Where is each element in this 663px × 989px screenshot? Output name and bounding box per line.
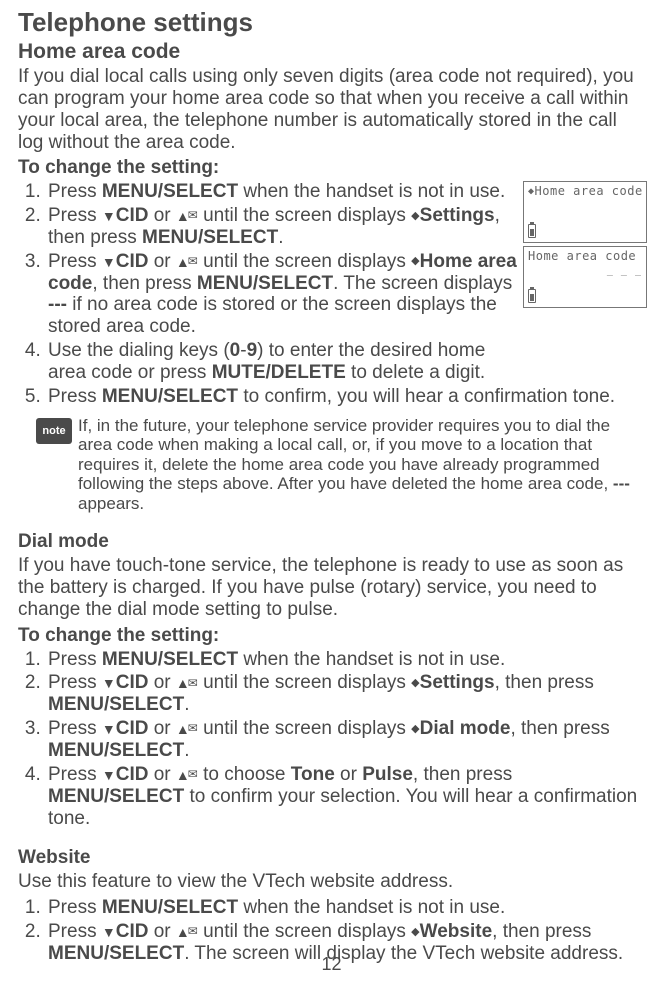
note-box: note If, in the future, your telephone s… <box>36 416 647 514</box>
envelope-icon: ✉ <box>188 677 198 691</box>
battery-icon <box>528 289 536 303</box>
heading-dial-mode: Dial mode <box>18 531 647 553</box>
envelope-icon: ✉ <box>188 209 198 223</box>
diamond-icon: ◆ <box>411 210 419 223</box>
envelope-icon: ✉ <box>188 722 198 736</box>
page-number: 12 <box>0 954 663 975</box>
step-4: Press ▼CID or ▲✉ to choose Tone or Pulse… <box>46 764 647 830</box>
lcd-screen-1: ◆Home area code <box>523 181 647 243</box>
down-arrow-icon: ▼ <box>102 208 116 224</box>
envelope-icon: ✉ <box>188 255 198 269</box>
down-arrow-icon: ▼ <box>102 924 116 940</box>
down-arrow-icon: ▼ <box>102 675 116 691</box>
envelope-icon: ✉ <box>188 925 198 939</box>
intro-home-area: If you dial local calls using only seven… <box>18 66 647 153</box>
down-arrow-icon: ▼ <box>102 767 116 783</box>
battery-icon <box>528 224 536 238</box>
diamond-icon: ◆ <box>411 926 419 939</box>
note-badge: note <box>36 418 72 445</box>
step-1: Press MENU/SELECT when the handset is no… <box>46 649 647 671</box>
lcd-screen-2: Home area code _ _ _ <box>523 246 647 308</box>
note-text: If, in the future, your telephone servic… <box>78 416 647 514</box>
lcd-screens: ◆Home area code Home area code _ _ _ <box>523 181 647 311</box>
step-4: Use the dialing keys (0-9) to enter the … <box>46 340 647 384</box>
lcd-text: Home area code <box>535 184 643 198</box>
step-1: Press MENU/SELECT when the handset is no… <box>46 897 647 919</box>
lcd-text: Home area code <box>528 250 642 264</box>
lcd-cursor: _ _ _ <box>528 265 642 277</box>
diamond-icon: ◆ <box>411 255 419 268</box>
intro-website: Use this feature to view the VTech websi… <box>18 871 647 893</box>
down-arrow-icon: ▼ <box>102 254 116 270</box>
page-title: Telephone settings <box>18 8 647 38</box>
envelope-icon: ✉ <box>188 768 198 782</box>
step-2: Press ▼CID or ▲✉ until the screen displa… <box>46 672 647 716</box>
heading-website: Website <box>18 847 647 869</box>
step-3: Press ▼CID or ▲✉ until the screen displa… <box>46 718 647 762</box>
sub-heading-home-area: To change the setting: <box>18 157 647 179</box>
step-5: Press MENU/SELECT to confirm, you will h… <box>46 386 647 408</box>
heading-home-area-code: Home area code <box>18 40 647 64</box>
sub-heading-dial-mode: To change the setting: <box>18 625 647 647</box>
down-arrow-icon: ▼ <box>102 721 116 737</box>
steps-dial-mode: Press MENU/SELECT when the handset is no… <box>38 649 647 830</box>
diamond-icon: ◆ <box>411 723 419 736</box>
diamond-icon: ◆ <box>411 677 419 690</box>
intro-dial-mode: If you have touch-tone service, the tele… <box>18 555 647 621</box>
